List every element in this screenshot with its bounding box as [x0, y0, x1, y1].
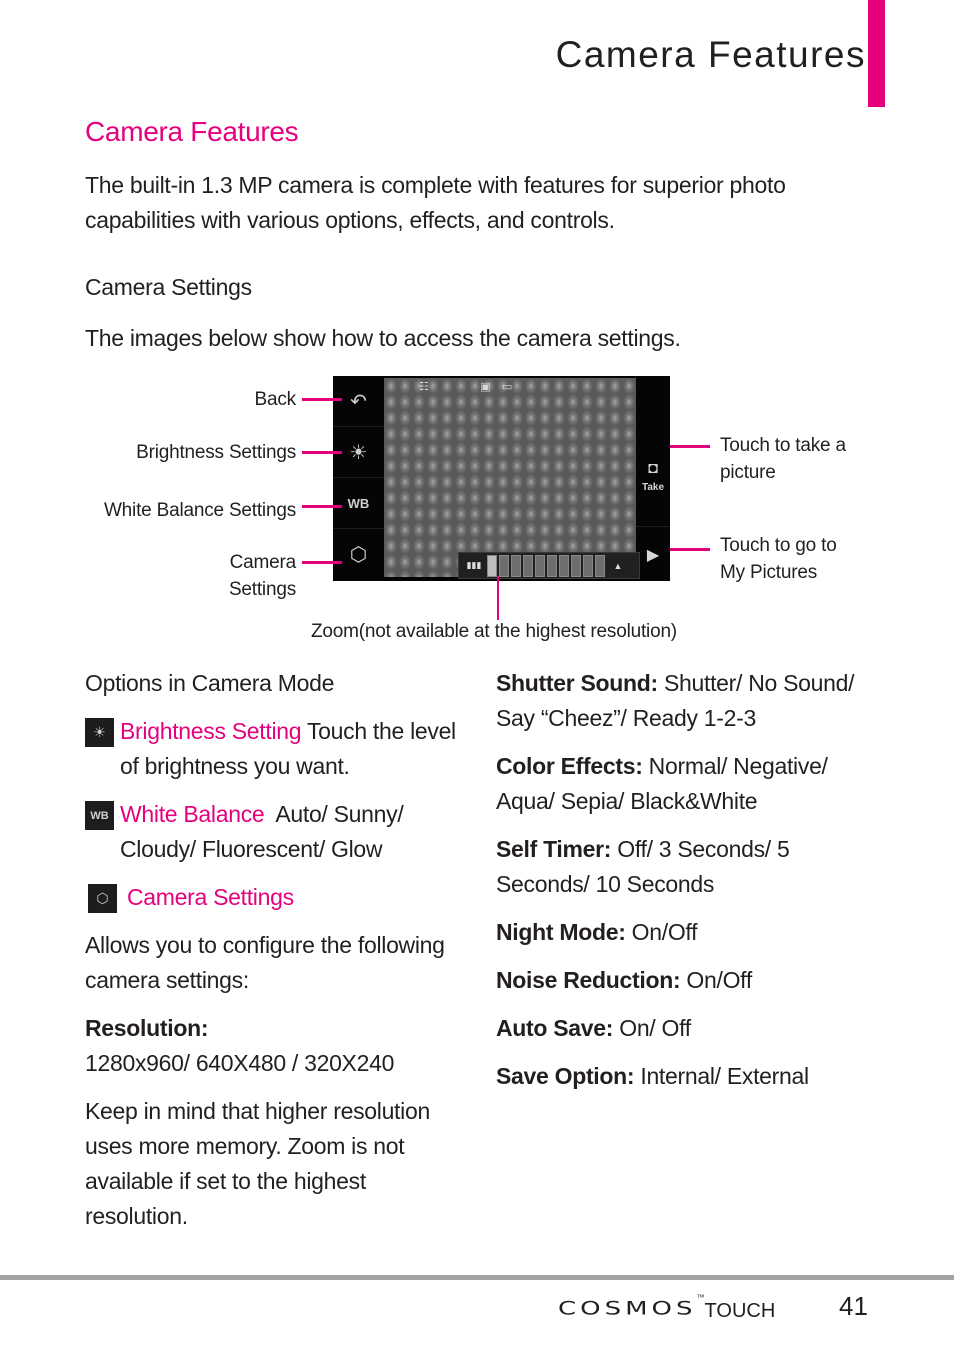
setting-item: Noise Reduction: On/Off — [496, 963, 876, 998]
storage-indicator-icon: ▣ — [480, 381, 491, 393]
white-balance-icon: WB — [85, 801, 114, 830]
callout-line — [302, 398, 342, 401]
options-column: Options in Camera Mode ☀ Brightness Sett… — [85, 666, 465, 1234]
setting-item: Night Mode: On/Off — [496, 915, 876, 950]
white-balance-icon: WB — [333, 478, 384, 529]
zoom-out-icon: ▮▮▮ — [466, 560, 482, 570]
setting-item: Shutter Sound: Shutter/ No Sound/ Say “C… — [496, 666, 876, 736]
zoom-level-segment — [499, 554, 509, 577]
take-picture-button: ◘ Take — [636, 426, 670, 527]
callout-my-pictures: Touch to go to My Pictures — [720, 535, 837, 583]
resolution-values: 1280x960/ 640X480 / 320X240 — [85, 1050, 395, 1076]
callout-line — [670, 445, 710, 448]
camera-screen-image: ↶ ☀ WB ⬡ ☷ ▣ ▭ ▮▮▮ ▲ ◘ Take ▶ — [333, 376, 670, 581]
option-brightness: ☀ Brightness Setting Touch the level of … — [85, 714, 465, 784]
setting-label: Self Timer: — [496, 836, 612, 862]
callout-take-picture: Touch to take a picture — [720, 435, 846, 483]
intro-paragraph: The built-in 1.3 MP camera is complete w… — [85, 172, 786, 233]
brightness-icon: ☀ — [85, 718, 114, 747]
footer-rule — [0, 1275, 954, 1280]
battery-indicator-icon: ▭ — [502, 381, 513, 393]
brand-logo: COSMOS — [558, 1298, 697, 1320]
resolution-block: Resolution: 1280x960/ 640X480 / 320X240 — [85, 1011, 465, 1081]
gear-icon: ⬡ — [88, 884, 117, 913]
callout-line — [497, 576, 499, 620]
zoom-level-segment — [487, 554, 497, 577]
camera-right-toolbar: ◘ Take ▶ — [636, 376, 670, 581]
zoom-level-segment — [595, 554, 605, 577]
setting-label: Save Option: — [496, 1063, 635, 1089]
setting-item: Color Effects: Normal/ Negative/ Aqua/ S… — [496, 749, 876, 819]
subsection-title: Camera Settings — [85, 274, 252, 300]
callout-back: Back — [254, 389, 297, 410]
section-title: Camera Features — [85, 116, 299, 147]
resolution-note: Keep in mind that higher resolution uses… — [85, 1098, 430, 1229]
zoom-level-segment — [571, 554, 581, 577]
subsection-text: The images below show how to access the … — [85, 325, 681, 351]
resolution-label: Resolution: — [85, 1015, 209, 1041]
option-camera-settings-label: Camera Settings — [127, 884, 294, 910]
zoom-level-segment — [559, 554, 569, 577]
callout-line — [670, 548, 710, 551]
zoom-level-segment — [547, 554, 557, 577]
back-arrow-icon: ↶ — [333, 376, 384, 427]
setting-value: Internal/ External — [634, 1063, 809, 1089]
allows-text: Allows you to configure the following ca… — [85, 932, 457, 993]
trademark: ™ — [696, 1293, 705, 1302]
zoom-level-segment — [523, 554, 533, 577]
zoom-in-icon: ▲ — [613, 560, 623, 571]
page-number: 41 — [839, 1291, 868, 1321]
play-icon: ▶ — [646, 547, 660, 564]
callout-camera-settings: Camera Settings — [228, 552, 296, 600]
callout-line — [302, 561, 342, 564]
zoom-level-segment — [535, 554, 545, 577]
setting-item: Save Option: Internal/ External — [496, 1059, 876, 1094]
camera-left-toolbar: ↶ ☀ WB ⬡ — [333, 376, 384, 581]
options-heading: Options in Camera Mode — [85, 670, 335, 696]
settings-column: Shutter Sound: Shutter/ No Sound/ Say “C… — [496, 666, 876, 1107]
setting-item: Auto Save: On/ Off — [496, 1011, 876, 1046]
resolution-indicator-icon: ☷ — [419, 381, 429, 393]
setting-label: Noise Reduction: — [496, 967, 681, 993]
setting-label: Color Effects: — [496, 753, 643, 779]
setting-value: On/Off — [625, 919, 698, 945]
zoom-level-segment — [583, 554, 593, 577]
callout-brightness: Brightness Settings — [136, 442, 296, 463]
option-white-balance: WB White Balance Auto/ Sunny/ Cloudy/ Fl… — [85, 797, 465, 867]
gear-icon: ⬡ — [349, 543, 368, 566]
zoom-slider: ▮▮▮ ▲ — [458, 552, 640, 579]
setting-label: Night Mode: — [496, 919, 626, 945]
callout-line — [302, 451, 342, 454]
callout-line — [302, 505, 342, 508]
callout-white-balance: White Balance Settings — [103, 500, 296, 521]
option-brightness-label: Brightness Setting — [120, 718, 302, 744]
camera-icon: ◘ — [648, 459, 658, 477]
setting-label: Shutter Sound: — [496, 670, 658, 696]
zoom-level-segment — [511, 554, 521, 577]
brand-product: TOUCH — [704, 1300, 776, 1322]
setting-value: On/Off — [680, 967, 752, 993]
setting-value: On/ Off — [613, 1015, 691, 1041]
camera-viewfinder: ☷ ▣ ▭ ▮▮▮ ▲ — [384, 378, 640, 579]
option-camera-settings: ⬡ Camera Settings — [85, 880, 465, 915]
callout-zoom: Zoom(not available at the highest resolu… — [311, 621, 677, 642]
option-white-balance-label: White Balance — [120, 801, 265, 827]
footer-brand: COSMOS™TOUCH — [558, 1293, 775, 1324]
section-tab-marker — [868, 0, 885, 107]
setting-item: Self Timer: Off/ 3 Seconds/ 5 Seconds/ 1… — [496, 832, 876, 902]
setting-label: Auto Save: — [496, 1015, 614, 1041]
take-label: Take — [641, 481, 665, 493]
page-title: Camera Features — [555, 34, 866, 75]
